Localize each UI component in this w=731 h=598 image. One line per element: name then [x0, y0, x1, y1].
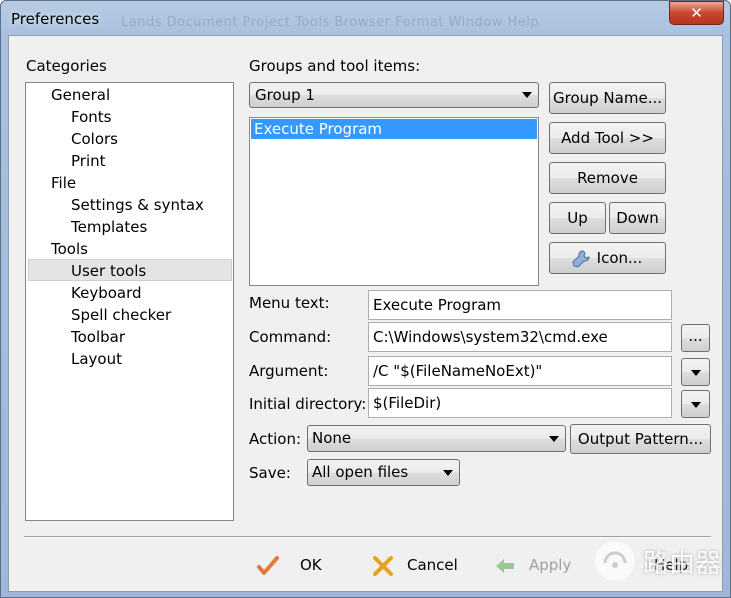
down-label: Down	[616, 209, 659, 227]
remove-label: Remove	[577, 169, 638, 187]
argument-label: Argument:	[249, 362, 329, 380]
apply-button[interactable]: Apply	[494, 551, 571, 579]
wrench-icon	[572, 250, 590, 268]
command-browse-button[interactable]: ...	[681, 324, 710, 352]
group-select-value: Group 1	[255, 86, 315, 104]
close-button[interactable]: ✕	[669, 1, 724, 25]
action-label: Action:	[249, 430, 302, 448]
close-icon: ✕	[690, 4, 703, 22]
tree-item[interactable]: Templates	[71, 217, 147, 237]
action-value: None	[312, 429, 352, 447]
chevron-down-icon	[691, 402, 701, 408]
watermark: 路由器	[593, 537, 723, 587]
tool-item-label: Execute Program	[254, 120, 383, 138]
tree-item[interactable]: Layout	[71, 349, 122, 369]
up-button[interactable]: Up	[549, 202, 606, 234]
ellipsis-icon: ...	[688, 327, 703, 345]
tree-item[interactable]: User tools	[71, 261, 146, 281]
save-select[interactable]: All open files	[307, 459, 460, 486]
group-select[interactable]: Group 1	[249, 82, 539, 108]
command-label: Command:	[249, 328, 332, 346]
checkmark-icon	[257, 556, 279, 575]
menu-text-value: Execute Program	[373, 296, 502, 314]
window-title: Preferences	[11, 10, 100, 28]
categories-heading: Categories	[26, 57, 107, 75]
initial-directory-insert-button[interactable]	[681, 390, 710, 418]
list-item[interactable]: Execute Program	[251, 119, 537, 139]
icon-button[interactable]: Icon...	[549, 242, 666, 274]
categories-tree[interactable]: General Fonts Colors Print File Settings & sy…	[25, 82, 234, 521]
chevron-down-icon	[443, 469, 453, 476]
argument-insert-button[interactable]	[681, 358, 710, 386]
save-label: Save:	[249, 464, 291, 482]
tree-item[interactable]: Spell checker	[71, 305, 171, 325]
apply-arrow-icon	[496, 559, 514, 573]
chevron-down-icon	[522, 92, 532, 98]
initial-directory-label: Initial directory:	[249, 395, 367, 413]
down-button[interactable]: Down	[609, 202, 666, 234]
add-tool-button[interactable]: Add Tool >>	[549, 122, 666, 154]
argument-value: /C "$(FileNameNoExt)"	[373, 362, 543, 380]
up-label: Up	[567, 209, 588, 227]
router-logo-icon	[595, 541, 635, 581]
menu-text-label: Menu text:	[249, 294, 330, 312]
command-field[interactable]: C:\Windows\system32\cmd.exe	[368, 322, 672, 352]
preferences-window: Preferences Lands Document Project Tools…	[0, 0, 731, 598]
tree-item[interactable]: File	[51, 173, 76, 193]
background-menu-ghost: Lands Document Project Tools Browser For…	[121, 15, 540, 30]
menu-text-field[interactable]: Execute Program	[368, 290, 672, 320]
tree-item[interactable]: Colors	[71, 129, 118, 149]
tree-item[interactable]: Settings & syntax	[71, 195, 204, 215]
cancel-x-icon	[373, 556, 393, 576]
initial-directory-value: $(FileDir)	[373, 394, 442, 412]
add-tool-label: Add Tool >>	[561, 129, 654, 147]
argument-field[interactable]: /C "$(FileNameNoExt)"	[368, 356, 672, 386]
dialog-client: Categories General Fonts Colors Print File Se…	[8, 35, 723, 592]
action-select[interactable]: None	[307, 425, 566, 452]
output-pattern-label: Output Pattern...	[577, 430, 704, 448]
chevron-down-icon	[691, 370, 701, 376]
tree-item[interactable]: Print	[71, 151, 106, 171]
initial-directory-field[interactable]: $(FileDir)	[368, 388, 672, 418]
tool-items-list[interactable]: Execute Program	[249, 117, 539, 286]
group-name-label: Group Name...	[553, 89, 662, 107]
title-bar[interactable]: Preferences Lands Document Project Tools…	[1, 1, 730, 35]
group-name-button[interactable]: Group Name...	[549, 82, 666, 114]
tree-item[interactable]: Toolbar	[71, 327, 125, 347]
chevron-down-icon	[549, 435, 559, 442]
remove-button[interactable]: Remove	[549, 162, 666, 194]
tree-item[interactable]: General	[51, 85, 110, 105]
cancel-button[interactable]: Cancel	[372, 551, 458, 579]
output-pattern-button[interactable]: Output Pattern...	[570, 424, 711, 454]
tree-item[interactable]: Fonts	[71, 107, 111, 127]
save-value: All open files	[312, 463, 409, 481]
tree-item[interactable]: Tools	[51, 239, 88, 259]
groups-heading: Groups and tool items:	[249, 57, 421, 75]
tree-item[interactable]: Keyboard	[71, 283, 142, 303]
watermark-text: 路由器	[643, 549, 722, 579]
ok-button[interactable]: OK	[257, 551, 322, 579]
command-value: C:\Windows\system32\cmd.exe	[373, 328, 608, 346]
